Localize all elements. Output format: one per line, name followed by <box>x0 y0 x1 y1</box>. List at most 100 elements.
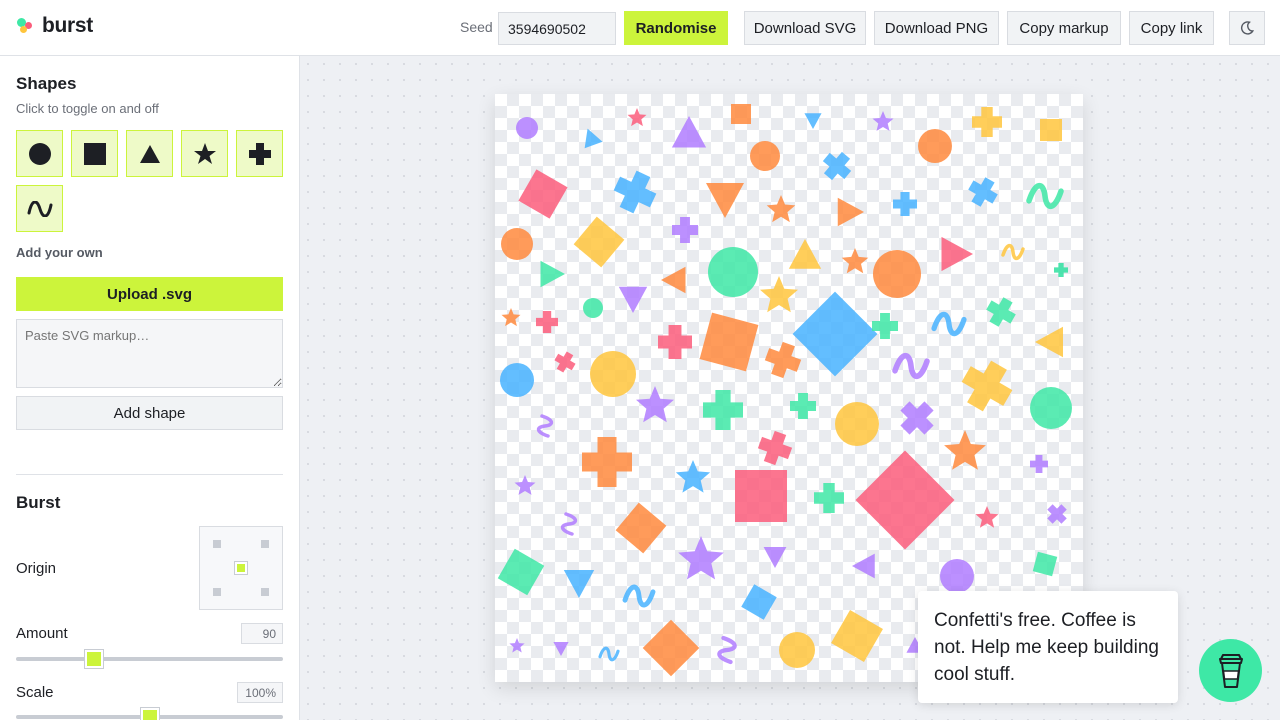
randomise-button[interactable]: Randomise <box>624 11 728 45</box>
add-shape-button[interactable]: Add shape <box>16 396 283 430</box>
confetti-piece <box>931 311 967 337</box>
confetti-piece <box>563 570 595 598</box>
confetti-piece <box>757 430 793 466</box>
squiggle-icon <box>27 200 52 217</box>
confetti-piece <box>708 247 758 297</box>
confetti-piece <box>1047 504 1067 524</box>
confetti-piece <box>1035 326 1063 358</box>
sidebar: Shapes Click to toggle on and off Add yo… <box>0 56 300 720</box>
confetti-piece <box>699 312 759 372</box>
confetti-piece <box>598 646 620 662</box>
download-svg-button[interactable]: Download SVG <box>744 11 866 45</box>
coffee-message: Confetti's free. Coffee is not. Help me … <box>918 591 1178 703</box>
confetti-piece <box>627 108 647 127</box>
origin-center[interactable] <box>234 561 248 575</box>
theme-toggle-button[interactable] <box>1229 11 1265 45</box>
confetti-piece <box>972 107 1002 137</box>
confetti-piece <box>582 437 632 487</box>
confetti-piece <box>509 638 525 653</box>
shapes-subtitle: Click to toggle on and off <box>16 101 159 116</box>
scale-value[interactable]: 100% <box>237 682 283 703</box>
confetti-piece <box>500 363 534 397</box>
confetti-piece <box>792 291 878 377</box>
confetti-piece <box>560 512 578 536</box>
confetti-piece <box>986 297 1016 327</box>
confetti-piece <box>536 311 558 333</box>
confetti-piece <box>514 475 536 495</box>
confetti-piece <box>540 260 565 288</box>
confetti-piece <box>554 351 576 373</box>
shape-toggle-star[interactable] <box>181 130 228 177</box>
shape-toggle-circle[interactable] <box>16 130 63 177</box>
confetti-piece <box>822 151 852 181</box>
confetti-piece <box>613 170 657 214</box>
confetti-piece <box>760 276 798 313</box>
shape-toggle-square[interactable] <box>71 130 118 177</box>
scale-slider-thumb[interactable] <box>140 707 160 720</box>
amount-slider[interactable] <box>16 657 283 661</box>
confetti-piece <box>1030 387 1072 429</box>
confetti-piece <box>706 183 744 218</box>
confetti-piece <box>831 610 883 662</box>
logo-icon <box>16 16 36 36</box>
confetti-piece <box>590 351 636 397</box>
circle-icon <box>28 142 51 165</box>
app-name: burst <box>42 14 94 37</box>
confetti-piece <box>764 341 802 379</box>
confetti-piece <box>790 393 816 419</box>
confetti-piece <box>872 111 894 131</box>
divider <box>16 474 283 475</box>
amount-value[interactable]: 90 <box>241 623 283 644</box>
origin-bottom-left[interactable] <box>213 588 221 596</box>
confetti-piece <box>672 217 698 243</box>
coffee-button[interactable] <box>1199 639 1262 702</box>
confetti-piece <box>893 192 917 216</box>
copy-markup-button[interactable]: Copy markup <box>1007 11 1121 45</box>
origin-top-right[interactable] <box>261 540 269 548</box>
confetti-piece <box>918 129 952 163</box>
confetti-piece <box>855 450 955 550</box>
confetti-piece <box>678 536 724 580</box>
shape-toggle-triangle[interactable] <box>126 130 173 177</box>
moon-icon <box>1240 21 1255 35</box>
seed-input[interactable] <box>498 12 616 45</box>
download-png-button[interactable]: Download PNG <box>874 11 999 45</box>
burst-title: Burst <box>16 493 61 512</box>
top-bar: burst Seed Randomise Download SVG Downlo… <box>0 0 1280 56</box>
shapes-title: Shapes <box>16 74 77 93</box>
confetti-piece <box>703 390 743 430</box>
confetti-piece <box>900 401 934 435</box>
confetti-piece <box>735 470 787 522</box>
shape-toggle-cross[interactable] <box>236 130 283 177</box>
confetti-piece <box>717 635 737 665</box>
confetti-piece <box>583 298 603 318</box>
confetti-piece <box>636 386 674 423</box>
confetti-piece <box>501 308 521 327</box>
upload-svg-button[interactable]: Upload .svg <box>16 277 283 311</box>
confetti-piece <box>763 547 787 568</box>
seed-label: Seed <box>460 19 493 35</box>
confetti-piece <box>1032 551 1058 577</box>
confetti-piece <box>573 216 625 268</box>
origin-bottom-right[interactable] <box>261 588 269 596</box>
origin-picker[interactable] <box>199 526 283 610</box>
confetti-piece <box>750 141 780 171</box>
shape-toggle-squiggle[interactable] <box>16 185 63 232</box>
confetti-piece <box>536 414 554 438</box>
confetti-piece <box>642 619 700 677</box>
amount-slider-thumb[interactable] <box>84 649 104 669</box>
confetti-piece <box>873 250 921 298</box>
copy-link-button[interactable]: Copy link <box>1129 11 1214 45</box>
logo: burst <box>16 14 93 38</box>
confetti-piece <box>766 195 796 223</box>
confetti-piece <box>1030 455 1048 473</box>
confetti-piece <box>814 483 844 513</box>
confetti-piece <box>788 239 822 269</box>
confetti-piece <box>940 559 974 593</box>
confetti-piece <box>501 228 533 260</box>
origin-top-left[interactable] <box>213 540 221 548</box>
svg-markup-input[interactable] <box>16 319 283 388</box>
confetti-piece <box>497 548 545 596</box>
confetti-piece <box>841 248 869 274</box>
confetti-piece <box>661 266 686 294</box>
